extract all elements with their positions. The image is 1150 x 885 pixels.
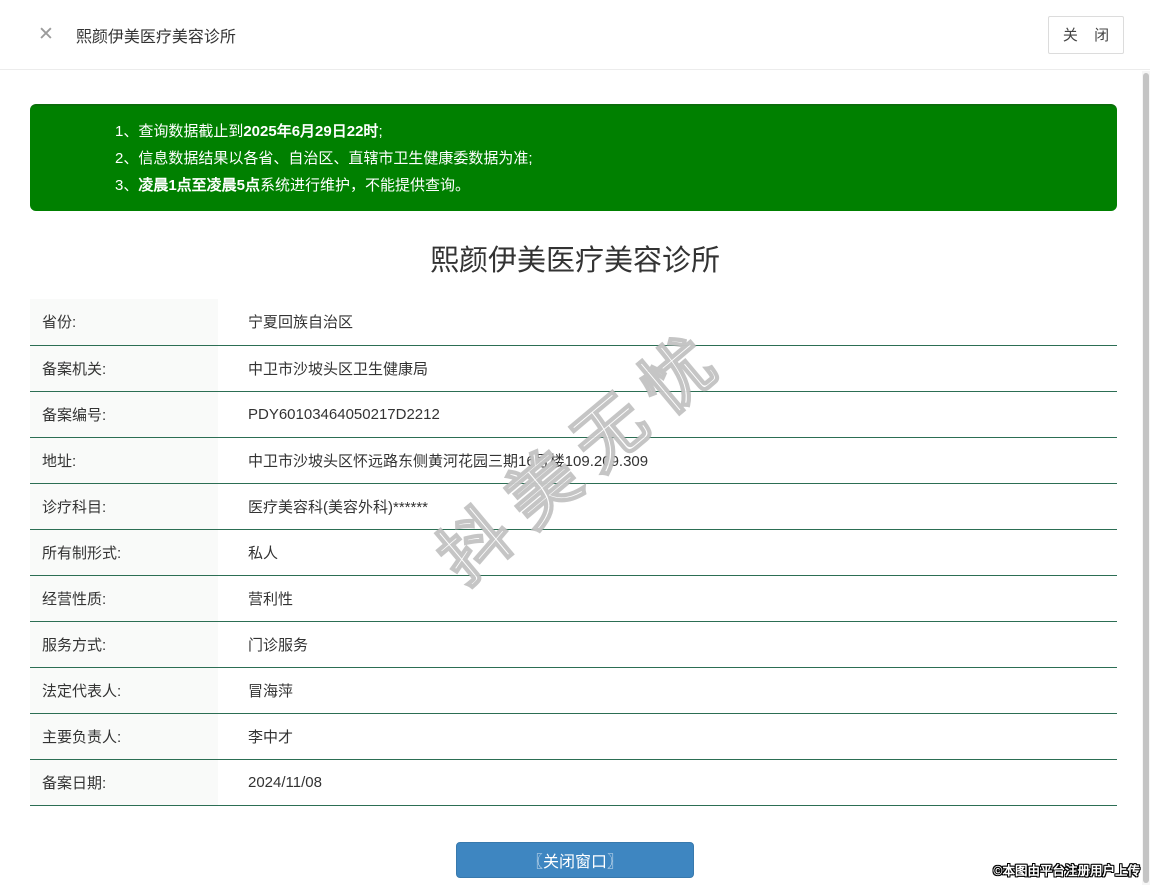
table-row: 诊疗科目: 医疗美容科(美容外科)****** [30,483,1117,530]
field-value: 李中才 [218,713,1117,760]
notice-text: 2、信息数据结果以各省、自治区、直辖市卫生健康委数据为准; [115,150,533,167]
close-window-button[interactable]: 〖关闭窗口〗 [456,841,694,878]
table-row: 地址: 中卫市沙坡头区怀远路东侧黄河花园三期16号楼109.209.309 [30,437,1117,484]
field-value: 私人 [218,529,1117,576]
field-value: 宁夏回族自治区 [218,299,1117,346]
notice-text: 系统进行维护，不能提供查询。 [260,177,471,194]
header: ✕ 熙颜伊美医疗美容诊所 关 闭 [0,0,1150,70]
copyright-watermark: ©本图由平台注册用户上传 [993,864,1140,878]
close-button[interactable]: 关 闭 [1048,15,1124,54]
scrollbar[interactable] [1142,71,1150,885]
header-title: 熙颜伊美医疗美容诊所 [75,28,236,46]
field-value: 中卫市沙坡头区卫生健康局 [218,345,1117,392]
clinic-record-page: ✕ 熙颜伊美医疗美容诊所 关 闭 1、查询数据截止到2025年6月29日22时;… [0,0,1150,885]
field-label: 备案编号: [30,391,218,438]
field-value: PDY60103464050217D2212 [218,391,1117,438]
table-row: 服务方式: 门诊服务 [30,621,1117,668]
notice-text: 3、 [115,177,139,194]
notice-text: ; [378,123,383,140]
field-value: 医疗美容科(美容外科)****** [218,483,1117,530]
field-label: 省份: [30,299,218,346]
field-value: 门诊服务 [218,621,1117,668]
table-row: 所有制形式: 私人 [30,529,1117,576]
table-row: 法定代表人: 冒海萍 [30,667,1117,714]
field-label: 主要负责人: [30,713,218,760]
table-row: 经营性质: 营利性 [30,575,1117,622]
table-row: 备案机关: 中卫市沙坡头区卫生健康局 [30,345,1117,392]
field-label: 备案机关: [30,345,218,392]
table-row: 备案编号: PDY60103464050217D2212 [30,391,1117,438]
field-label: 法定代表人: [30,667,218,714]
field-value: 冒海萍 [218,667,1117,714]
notice-bold-text: 凌晨1点至凌晨5点 [138,177,261,194]
notice-bold-text: 2025年6月29日22时 [243,123,379,140]
clinic-info-table: 省份: 宁夏回族自治区 备案机关: 中卫市沙坡头区卫生健康局 备案编号: PDY601… [30,299,1117,806]
field-label: 服务方式: [30,621,218,668]
scrollbar-thumb[interactable] [1143,73,1149,883]
close-icon[interactable]: ✕ [38,25,54,44]
table-row: 主要负责人: 李中才 [30,713,1117,760]
notice-line-3: 3、凌晨1点至凌晨5点系统进行维护，不能提供查询。 [115,172,1097,199]
field-label: 地址: [30,437,218,484]
notice-text: 1、查询数据截止到 [115,123,244,140]
field-label: 诊疗科目: [30,483,218,530]
field-label: 经营性质: [30,575,218,622]
field-label: 备案日期: [30,759,218,806]
field-label: 所有制形式: [30,529,218,576]
field-value: 2024/11/08 [218,759,1117,806]
clinic-title: 熙颜伊美医疗美容诊所 [429,245,720,277]
table-row: 省份: 宁夏回族自治区 [30,299,1117,346]
notice-line-1: 1、查询数据截止到2025年6月29日22时; [115,118,1097,145]
field-value: 中卫市沙坡头区怀远路东侧黄河花园三期16号楼109.209.309 [218,437,1117,484]
notice-line-2: 2、信息数据结果以各省、自治区、直辖市卫生健康委数据为准; [115,145,1097,172]
notice-box: 1、查询数据截止到2025年6月29日22时; 2、信息数据结果以各省、自治区、… [30,104,1117,211]
field-value: 营利性 [218,575,1117,622]
table-row: 备案日期: 2024/11/08 [30,759,1117,806]
